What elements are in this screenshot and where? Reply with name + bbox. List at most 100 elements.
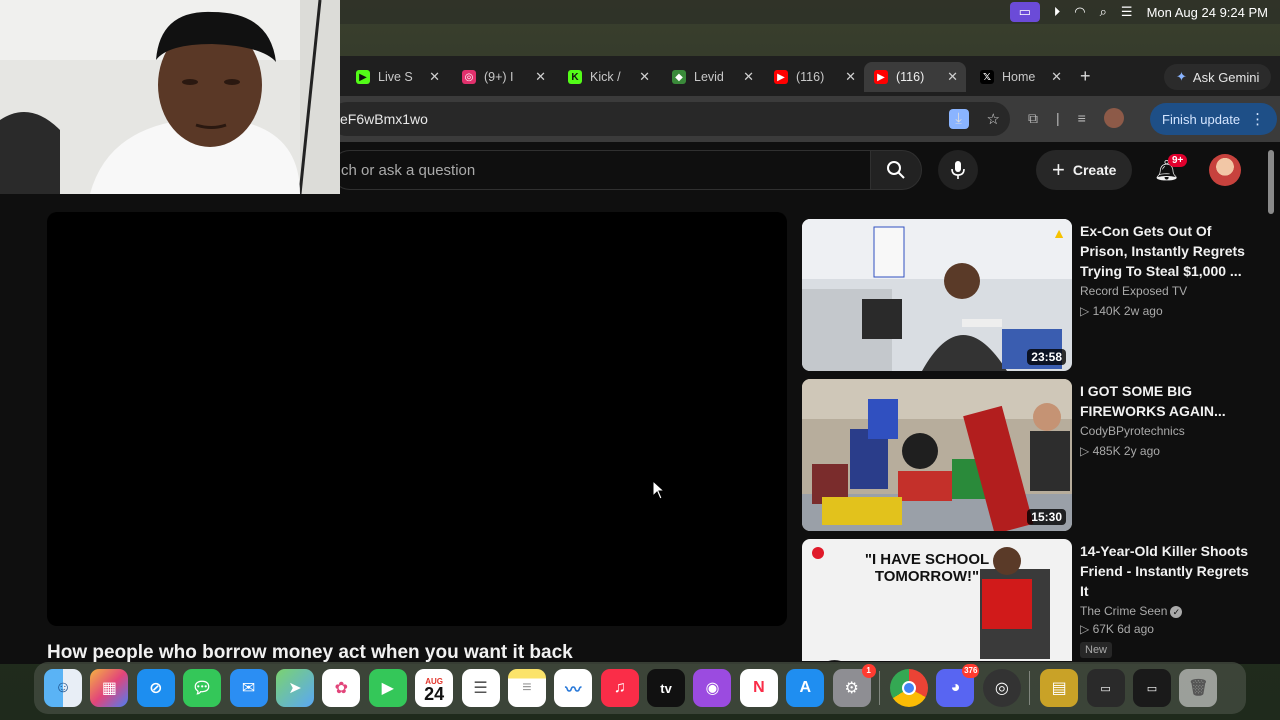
recommended-video-title[interactable]: Ex-Con Gets Out Of Prison, Instantly Reg… bbox=[1080, 221, 1250, 281]
podcasts-icon[interactable]: ◉ bbox=[693, 669, 732, 707]
tab-label: Levid bbox=[694, 70, 724, 84]
close-tab-icon[interactable]: ✕ bbox=[845, 69, 856, 85]
channel-name[interactable]: CodyBPyrotechnics bbox=[1080, 424, 1250, 438]
video-thumbnail[interactable]: ▲ 23:58 bbox=[802, 219, 1072, 371]
finish-update-button[interactable]: Finish update ⋮ bbox=[1150, 103, 1278, 135]
notes-icon[interactable]: ≡ bbox=[507, 669, 546, 707]
safari-icon[interactable]: ⊘ bbox=[136, 669, 175, 707]
close-tab-icon[interactable]: ✕ bbox=[639, 69, 650, 85]
calendar-icon[interactable]: AUG 24 bbox=[415, 669, 454, 707]
tab-kick[interactable]: K Kick / ✕ bbox=[558, 64, 658, 90]
microphone-icon bbox=[951, 161, 965, 179]
tab-label: (116) bbox=[896, 70, 925, 84]
url-text: eF6wBmx1wo bbox=[340, 111, 428, 127]
messages-icon[interactable]: 💬︎ bbox=[183, 669, 222, 707]
video-thumbnail[interactable]: 15:30 bbox=[802, 379, 1072, 531]
webcam-feed-image bbox=[0, 0, 340, 194]
close-tab-icon[interactable]: ✕ bbox=[535, 69, 546, 85]
extensions-icon[interactable]: ⧉ bbox=[1028, 110, 1038, 127]
tab-label: Home bbox=[1002, 70, 1036, 84]
tab-youtube-1[interactable]: ▶ (116) ✕ bbox=[764, 64, 864, 90]
music-icon[interactable]: ♫ bbox=[600, 669, 639, 707]
freeform-icon[interactable]: 〰 bbox=[554, 669, 593, 707]
plus-icon: + bbox=[1052, 157, 1065, 182]
channel-row[interactable]: The Crime Seen ✓ bbox=[1080, 604, 1250, 618]
thumbnail-caption: "I HAVE SCHOOL TOMORROW!" bbox=[864, 551, 990, 585]
facetime-icon[interactable]: ▶ bbox=[368, 669, 407, 707]
youtube-icon: ▶ bbox=[774, 70, 788, 84]
tab-label: Live S bbox=[378, 70, 413, 84]
photos-icon[interactable]: ✿ bbox=[322, 669, 361, 707]
downloads-folder-icon[interactable]: ▤ bbox=[1040, 669, 1079, 707]
close-tab-icon[interactable]: ✕ bbox=[947, 69, 958, 85]
new-tab-icon[interactable]: + bbox=[1080, 66, 1091, 87]
recommended-video-title[interactable]: 14-Year-Old Killer Shoots Friend - Insta… bbox=[1080, 541, 1250, 601]
system-settings-icon[interactable]: ⚙ 1 bbox=[832, 664, 876, 707]
video-player[interactable] bbox=[47, 212, 787, 626]
discord-badge: 376 bbox=[962, 664, 980, 678]
voice-search-button[interactable] bbox=[938, 150, 978, 190]
finder-icon[interactable]: ☺ bbox=[44, 669, 82, 707]
tab-levid[interactable]: ◆ Levid ✕ bbox=[662, 64, 762, 90]
maps-icon[interactable]: ➤ bbox=[275, 669, 314, 707]
warning-icon: ▲ bbox=[1052, 225, 1066, 241]
apple-tv-icon[interactable]: tv bbox=[647, 669, 686, 707]
recommended-video[interactable]: ▲ 23:58 Ex-Con Gets Out Of Prison, Insta… bbox=[802, 219, 1258, 371]
tab-youtube-active[interactable]: ▶ (116) ✕ bbox=[864, 62, 966, 92]
video-meta: ▷ 485K 2y ago bbox=[1080, 444, 1160, 458]
trash-icon[interactable]: 🗑︎ bbox=[1179, 669, 1218, 707]
search-icon bbox=[887, 161, 905, 179]
news-icon[interactable]: N bbox=[739, 669, 778, 707]
search-input[interactable]: ch or ask a question bbox=[330, 150, 870, 190]
kick-icon: K bbox=[568, 70, 582, 84]
play-status-icon[interactable]: ⏵ bbox=[1054, 4, 1061, 20]
screen-share-icon[interactable]: ▭ bbox=[1009, 2, 1040, 22]
apple-tv-label: tv bbox=[660, 680, 672, 696]
levid-icon: ◆ bbox=[672, 70, 686, 84]
close-tab-icon[interactable]: ✕ bbox=[429, 69, 440, 85]
create-button[interactable]: + Create bbox=[1036, 150, 1133, 190]
video-meta: ▷ 140K 2w ago bbox=[1080, 304, 1163, 318]
account-avatar[interactable] bbox=[1209, 154, 1241, 186]
install-app-icon[interactable]: ⤓ bbox=[948, 109, 969, 129]
close-tab-icon[interactable]: ✕ bbox=[1051, 69, 1062, 85]
spotlight-search-icon[interactable]: ⌕ bbox=[1100, 4, 1107, 20]
video-thumbnail[interactable]: "I HAVE SCHOOL TOMORROW!" bbox=[802, 539, 1072, 661]
tab-instagram[interactable]: ◎ (9+) I ✕ bbox=[452, 64, 554, 90]
ask-gemini-label: Ask Gemini bbox=[1192, 69, 1260, 85]
tab-live[interactable]: ▶ Live S ✕ bbox=[346, 64, 448, 90]
recommended-video-title[interactable]: I GOT SOME BIG FIREWORKS AGAIN... bbox=[1080, 381, 1250, 421]
dock-divider bbox=[879, 671, 881, 705]
page-scrollbar[interactable] bbox=[1268, 150, 1274, 214]
divider: | bbox=[1056, 110, 1060, 126]
address-bar[interactable]: eF6wBmx1wo ⤓ ☆ bbox=[330, 102, 1010, 136]
close-tab-icon[interactable]: ✕ bbox=[743, 69, 754, 85]
reminders-icon[interactable]: ☰ bbox=[461, 669, 500, 707]
control-center-icon[interactable]: ☰ bbox=[1121, 4, 1133, 20]
wifi-icon[interactable]: ◠ bbox=[1074, 4, 1085, 20]
search-button[interactable] bbox=[870, 150, 922, 190]
verified-icon: ✓ bbox=[1170, 606, 1183, 618]
media-controls-icon[interactable]: ≡ bbox=[1078, 110, 1086, 126]
minimized-window-icon[interactable]: ▭ bbox=[1086, 669, 1125, 707]
launchpad-icon[interactable]: ▦ bbox=[90, 669, 129, 707]
ask-gemini-button[interactable]: ✦ Ask Gemini bbox=[1164, 64, 1272, 90]
minimized-window-icon[interactable]: ▭ bbox=[1132, 669, 1171, 707]
obs-icon[interactable]: ◎ bbox=[982, 669, 1021, 707]
mail-icon[interactable]: ✉ bbox=[229, 669, 268, 707]
gemini-spark-icon: ✦ bbox=[1176, 69, 1187, 84]
dock-divider bbox=[1029, 671, 1031, 705]
bookmark-star-icon[interactable]: ☆ bbox=[987, 110, 1000, 128]
youtube-icon: ▶ bbox=[874, 70, 888, 84]
channel-name[interactable]: Record Exposed TV bbox=[1080, 284, 1250, 298]
menu-datetime[interactable]: Mon Aug 24 9:24 PM bbox=[1147, 5, 1268, 20]
profile-avatar[interactable] bbox=[1103, 108, 1124, 128]
recommended-video[interactable]: "I HAVE SCHOOL TOMORROW!" 14-Year-Old Ki… bbox=[802, 539, 1258, 661]
chrome-icon[interactable] bbox=[890, 669, 929, 707]
discord-icon[interactable]: ◕ 376 bbox=[936, 664, 980, 707]
app-store-icon[interactable]: A bbox=[786, 669, 825, 707]
tab-x-home[interactable]: 𝕏 Home ✕ bbox=[970, 64, 1070, 90]
more-menu-icon[interactable]: ⋮ bbox=[1250, 110, 1265, 128]
tab-label: (116) bbox=[796, 70, 825, 84]
recommended-video[interactable]: 15:30 I GOT SOME BIG FIREWORKS AGAIN... … bbox=[802, 379, 1258, 531]
